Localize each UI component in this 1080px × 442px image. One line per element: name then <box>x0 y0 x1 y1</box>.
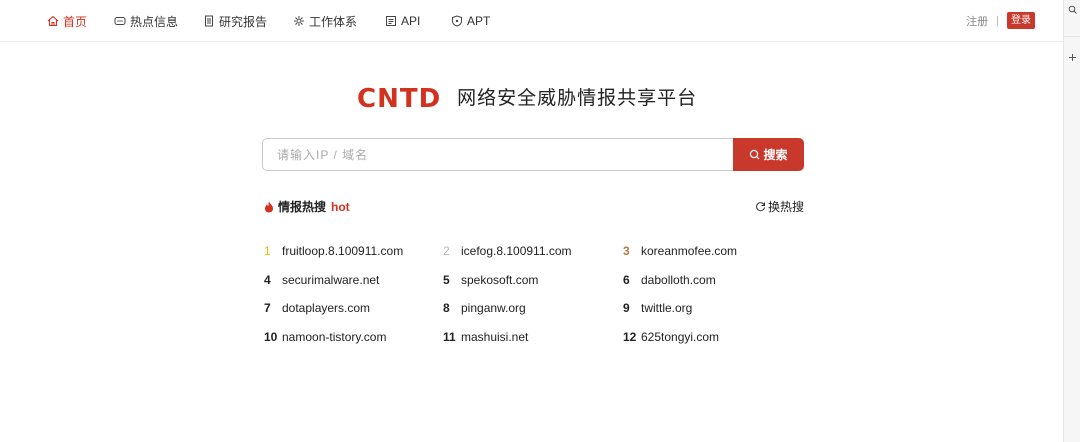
hot-item-domain: koreanmofee.com <box>641 244 738 258</box>
hot-item[interactable]: 5 spekosoft.com <box>443 272 538 288</box>
nav-item-label: 工作体系 <box>309 14 358 29</box>
hot-item-domain: spekosoft.com <box>461 273 539 287</box>
hot-item-rank: 5 <box>443 273 450 287</box>
cntd-logo: CNTD <box>357 84 442 114</box>
nav-item-hot-info[interactable]: 热点信息 <box>113 12 178 30</box>
gear-cluster-icon <box>292 15 305 28</box>
home-icon <box>46 15 59 28</box>
hot-search-label: 情报热搜 <box>278 200 327 214</box>
hot-item-domain: dabolloth.com <box>641 273 716 287</box>
platform-title: 网络安全威胁情报共享平台 <box>457 88 698 109</box>
nav-item-apt[interactable]: APT <box>450 12 490 30</box>
hot-tag: hot <box>331 199 350 214</box>
nav-item-label: 热点信息 <box>130 14 179 29</box>
hot-item-rank: 1 <box>264 244 271 258</box>
hot-item-rank: 3 <box>623 244 630 258</box>
hot-item[interactable]: 11 mashuisi.net <box>443 329 528 345</box>
hot-item-domain: icefog.8.100911.com <box>461 244 572 258</box>
hot-item-rank: 2 <box>443 244 450 258</box>
hot-item-domain: 625tongyi.com <box>641 330 720 344</box>
document-icon <box>202 15 215 28</box>
hot-item-domain: fruitloop.8.100911.com <box>282 244 404 258</box>
login-button[interactable]: 登录 <box>1007 12 1035 29</box>
hot-item-domain: pinganw.org <box>461 301 526 315</box>
nav-item-label: 首页 <box>63 14 88 29</box>
hot-item-domain: dotaplayers.com <box>282 301 371 315</box>
hot-item[interactable]: 8 pinganw.org <box>443 300 526 316</box>
hot-item-rank: 4 <box>264 273 271 287</box>
side-panel-strip <box>1063 0 1080 442</box>
nav-item-work-system[interactable]: 工作体系 <box>292 12 357 30</box>
hot-item[interactable]: 9 twittle.org <box>623 300 692 316</box>
search-bar: 搜索 <box>262 138 804 171</box>
search-icon <box>750 149 760 160</box>
hot-item[interactable]: 7 dotaplayers.com <box>264 300 370 316</box>
hot-item-rank: 12 <box>623 330 637 344</box>
hot-item-domain: mashuisi.net <box>461 330 529 344</box>
add-icon[interactable] <box>1068 53 1077 65</box>
hot-item[interactable]: 12 625tongyi.com <box>623 329 719 345</box>
nav-item-label: API <box>401 14 421 28</box>
message-icon <box>113 15 126 28</box>
hot-item-domain: twittle.org <box>641 301 693 315</box>
search-button-label: 搜索 <box>763 148 788 162</box>
fire-icon <box>264 201 274 213</box>
hot-item[interactable]: 3 koreanmofee.com <box>623 243 737 259</box>
refresh-icon <box>756 202 765 212</box>
hot-item-rank: 8 <box>443 301 450 315</box>
search-input[interactable] <box>262 138 733 171</box>
search-button[interactable]: 搜索 <box>733 138 804 171</box>
nav-item-reports[interactable]: 研究报告 <box>202 12 267 30</box>
nav-item-label: 研究报告 <box>219 14 268 29</box>
hot-item[interactable]: 6 dabolloth.com <box>623 272 716 288</box>
hot-item-rank: 11 <box>443 330 456 344</box>
top-nav: 首页 热点信息 研究报告 工作体系 API APT 注册 | 登录 <box>0 0 1063 42</box>
auth-links: 注册 | 登录 <box>966 12 1035 29</box>
side-panel-divider <box>1064 36 1080 37</box>
hot-search-title: 情报热搜 hot <box>264 198 350 215</box>
auth-separator: | <box>996 14 999 27</box>
nav-item-api[interactable]: API <box>384 12 420 30</box>
hot-item-domain: namoon-tistory.com <box>282 330 387 344</box>
register-link[interactable]: 注册 <box>966 13 988 29</box>
refresh-hot-button[interactable]: 换热搜 <box>755 198 804 215</box>
hot-search-header: 情报热搜 hot 换热搜 <box>264 198 804 214</box>
refresh-hot-label: 换热搜 <box>767 200 804 214</box>
hot-item-rank: 7 <box>264 301 271 315</box>
api-doc-icon <box>384 15 397 28</box>
search-icon[interactable] <box>1068 5 1077 17</box>
nav-item-home[interactable]: 首页 <box>46 12 87 30</box>
nav-item-label: APT <box>467 14 491 28</box>
shield-icon <box>450 15 463 28</box>
hot-item-rank: 10 <box>264 330 278 344</box>
hot-item[interactable]: 1 fruitloop.8.100911.com <box>264 243 403 259</box>
brand: CNTD 网络安全威胁情报共享平台 <box>357 84 697 114</box>
hot-item[interactable]: 2 icefog.8.100911.com <box>443 243 572 259</box>
main-page: 首页 热点信息 研究报告 工作体系 API APT 注册 | 登录 CNTD 网… <box>0 0 1063 442</box>
hot-item-rank: 9 <box>623 301 630 315</box>
hot-item[interactable]: 4 securimalware.net <box>264 272 379 288</box>
hot-item-domain: securimalware.net <box>282 273 380 287</box>
hot-item[interactable]: 10 namoon-tistory.com <box>264 329 386 345</box>
hot-item-rank: 6 <box>623 273 630 287</box>
